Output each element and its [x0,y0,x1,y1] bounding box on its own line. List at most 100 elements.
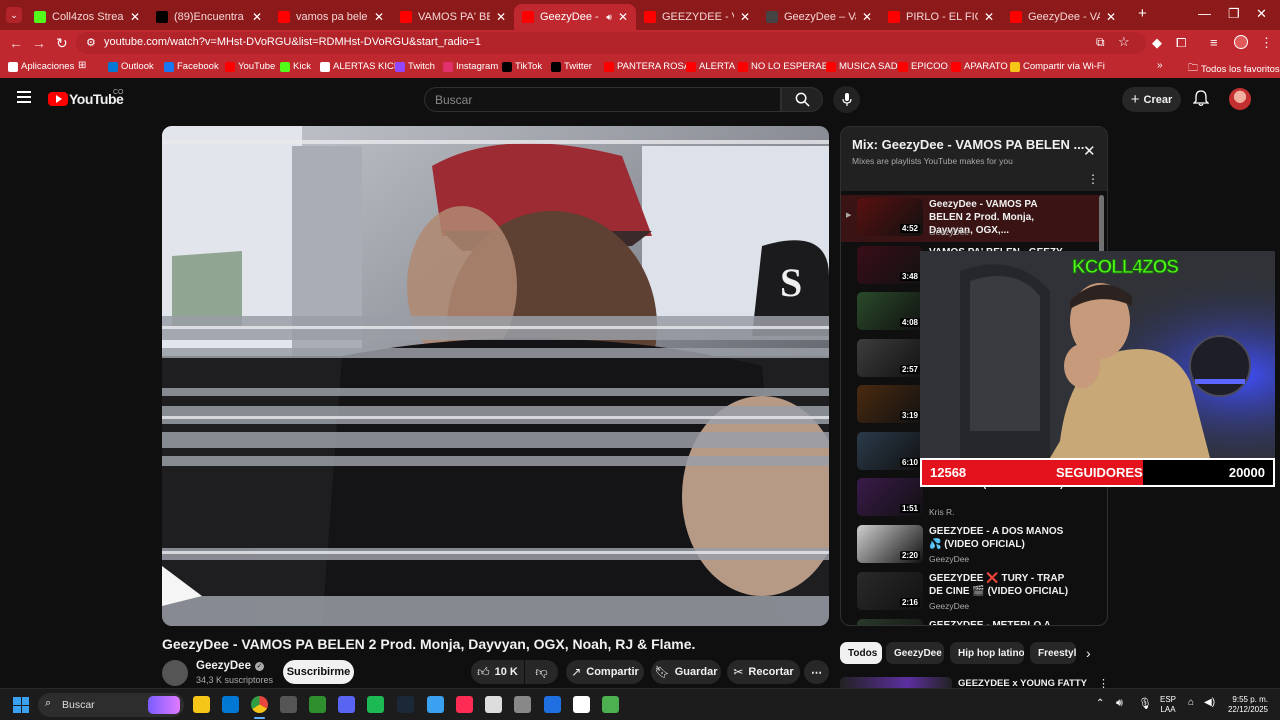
close-window-icon[interactable]: ✕ [1256,6,1267,22]
url-text[interactable]: youtube.com/watch?v=MHst-DVoRGU&list=RDM… [104,36,481,48]
browser-tab[interactable]: GeezyDee – Vamos p ✕ [758,4,880,30]
speaker-tray-icon[interactable]: 🔊︎ [1116,697,1123,710]
bookmark-item[interactable]: Twitter [551,61,592,72]
chrome-icon[interactable] [251,696,268,713]
steam-icon[interactable] [397,696,414,713]
browser-tab[interactable]: GEEZYDEE - VAMOS ✕ [636,4,758,30]
bookmark-item[interactable]: ALERTA [686,61,735,72]
youtube-logo-icon[interactable] [48,92,68,106]
close-playlist-icon[interactable]: ✕ [1083,142,1096,160]
playlist-item-title[interactable]: GEEZYDEE - METERLO A... [929,619,1071,625]
microphone-tray-icon[interactable]: 🎙︎ [1138,697,1152,710]
file-explorer-icon[interactable] [193,696,210,713]
filter-chip[interactable]: Todos [840,642,882,664]
network-icon[interactable]: ⌂ [1188,697,1194,708]
playlist-item[interactable]: 2:16 GEEZYDEE ❌ TURY - TRAP DE CINE 🎬 (VI… [841,569,1099,616]
volume-icon[interactable]: ◀) [1204,697,1215,708]
chips-next-icon[interactable]: › [1086,645,1091,661]
tab-close-icon[interactable]: ✕ [374,10,384,24]
tab-close-icon[interactable]: ✕ [1106,10,1116,24]
minimize-icon[interactable]: — [1198,6,1211,21]
browser-tab[interactable]: Coll4zos Stream - W ✕ [26,4,148,30]
bookmark-item[interactable]: Facebook [164,61,219,72]
clock[interactable]: 9:55 p. m. 22/12/2025 [1220,695,1268,715]
playlist-thumbnail[interactable]: 4:08 [857,292,923,330]
playlist-thumbnail[interactable]: 3:19 [857,385,923,423]
tray-overflow-icon[interactable]: ⌃ [1096,698,1104,709]
bookmark-item[interactable]: TikTok [502,61,542,72]
forward-icon[interactable]: → [32,35,46,51]
bookmark-item[interactable]: APARATO [951,61,1008,72]
playlist-thumbnail[interactable]: 3:48 [857,246,923,284]
browser-menu-icon[interactable]: ⋮ [1260,35,1273,51]
hamburger-menu-icon[interactable] [17,91,31,103]
bookmark-item[interactable]: EPICOO [898,61,948,72]
bookmark-item[interactable]: NO LO ESPERABA [738,61,834,72]
tab-close-icon[interactable]: ✕ [496,10,506,24]
apps-grid-icon[interactable]: ⊞ [78,60,86,71]
notifications-bell-icon[interactable] [1192,90,1210,112]
browser-tab[interactable]: (89)Encuentra 'centro ✕ [148,4,270,30]
tab-close-icon[interactable]: ✕ [252,10,262,24]
back-icon[interactable]: ← [9,35,23,51]
bookmark-item[interactable]: Twitch [395,61,435,72]
share-button[interactable]: ↗ Compartir [566,660,644,684]
dislike-button[interactable]: 👎︎ [525,660,558,684]
browser-tab[interactable]: vamos pa belen - You ✕ [270,4,392,30]
channel-name[interactable]: GeezyDee [196,660,251,672]
more-actions-button[interactable]: ⋯ [804,660,829,684]
browser-tab[interactable]: GeezyDee - VAM 🔊︎ ✕ [514,4,636,30]
playlist-title[interactable]: Mix: GeezyDee - VAMOS PA BELEN ... [852,137,1084,152]
windows-start-icon[interactable] [13,697,29,713]
tab-close-icon[interactable]: ✕ [984,10,994,24]
bookmark-item[interactable]: YouTube [225,61,275,72]
playlist-item[interactable]: 2:20 GEEZYDEE - A DOS MANOS 💦 (VIDEO OFIC… [841,522,1099,569]
playlist-item[interactable]: GEEZYDEE - METERLO A... [841,616,1099,625]
playlist-thumbnail[interactable]: 6:10 [857,432,923,470]
discord-icon[interactable] [338,696,355,713]
bookmark-item[interactable]: Aplicaciones [8,61,74,72]
filter-chip[interactable]: GeezyDee [886,642,944,664]
search-input[interactable]: Buscar [435,93,472,107]
filter-chip[interactable]: Freestyl [1030,642,1076,664]
taskbar-search[interactable]: ⌕ Buscar [38,693,184,717]
browser-tab[interactable]: PIRLO - EL FICTICIO ✕ [880,4,1002,30]
steam-client-icon[interactable] [280,696,297,713]
microsoft-store-icon[interactable] [222,696,239,713]
input-language[interactable]: ESP LAA [1160,695,1176,715]
bookmark-item[interactable]: MUSICA SAD [826,61,898,72]
create-button[interactable]: + Crear [1122,87,1181,112]
install-app-icon[interactable]: ⧉ [1096,35,1105,50]
playlist-thumbnail[interactable]: 4:52 [857,198,923,236]
playlist-item-title[interactable]: GEEZYDEE ❌ TURY - TRAP DE CINE 🎬 (VIDEO … [929,572,1071,598]
next-video-thumbnail[interactable] [840,677,952,688]
tab-close-icon[interactable]: ✕ [740,10,750,24]
minecraft-icon[interactable] [602,696,619,713]
address-bar[interactable]: ⚙ youtube.com/watch?v=MHst-DVoRGU&list=R… [76,32,1146,54]
save-button[interactable]: 🔖︎ Guardar [651,660,721,684]
tab-close-icon[interactable]: ✕ [130,10,140,24]
app-icon[interactable] [309,696,326,713]
tab-close-icon[interactable]: ✕ [862,10,872,24]
bookmark-item[interactable]: Kick [280,61,311,72]
filter-chip[interactable]: Hip hop latino [950,642,1024,664]
media-control-icon[interactable]: ≡ [1210,35,1218,50]
browser-tab[interactable]: VAMOS PA' BELEN - ✕ [392,4,514,30]
playlist-thumbnail[interactable]: 2:20 [857,525,923,563]
playlist-menu-icon[interactable]: ⋮ [1087,172,1099,186]
all-bookmarks-folder[interactable]: 🗀 Todos los favoritos [1188,61,1280,78]
extension-icon[interactable]: ◆ [1152,35,1162,51]
bookmark-item[interactable]: PANTERA ROSA [604,61,690,72]
profile-avatar[interactable] [1234,35,1248,49]
tab-audio-icon[interactable]: 🔊︎ [606,12,612,23]
bookmark-star-icon[interactable]: ☆ [1118,34,1130,50]
bookmark-item[interactable]: Compartir vía Wi-Fi [1010,61,1105,72]
reload-icon[interactable]: ↻ [56,35,68,52]
playlist-item[interactable]: ▶ 4:52 GeezyDee - VAMOS PA BELEN 2 Prod. M… [841,195,1099,242]
playlist-scrollbar[interactable] [1099,195,1104,255]
tab-search-dropdown-icon[interactable]: ⌄ [6,7,22,23]
voice-search-button[interactable] [833,86,860,113]
playlist-thumbnail[interactable] [857,619,923,625]
playlist-thumbnail[interactable]: 2:16 [857,572,923,610]
search-box[interactable]: Buscar [424,87,781,112]
